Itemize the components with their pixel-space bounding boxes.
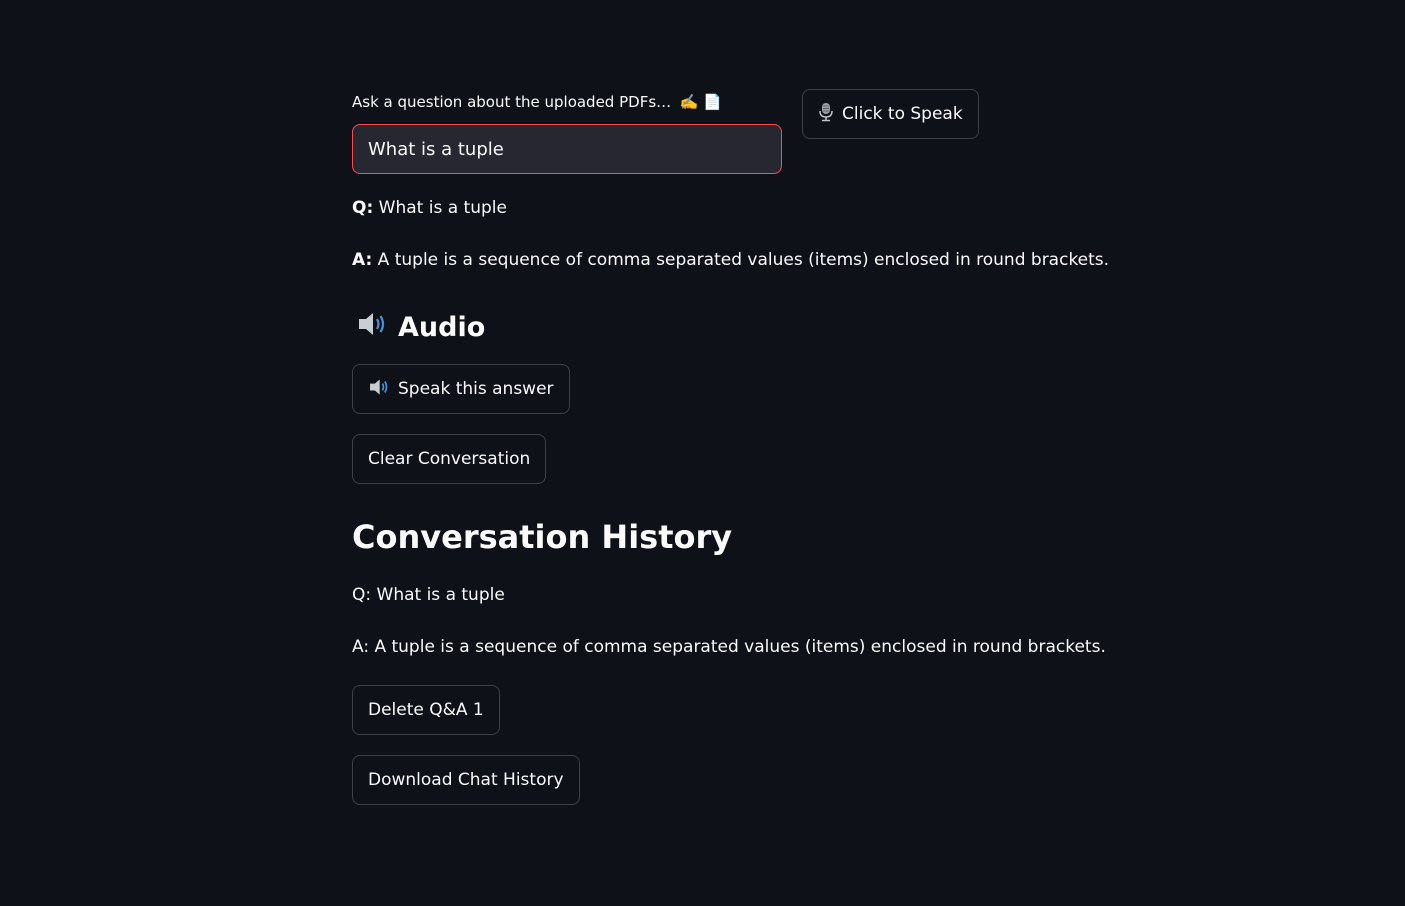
speaker-icon — [368, 376, 390, 403]
clear-conversation-button[interactable]: Clear Conversation — [352, 434, 547, 484]
audio-heading: Audio — [356, 308, 485, 347]
speak-answer-label: Speak this answer — [398, 379, 554, 399]
download-chat-history-button[interactable]: Download Chat History — [352, 755, 580, 805]
click-to-speak-button[interactable]: Click to Speak — [802, 89, 979, 139]
delete-qa-button[interactable]: Delete Q&A 1 — [352, 685, 500, 735]
click-to-speak-label: Click to Speak — [842, 104, 963, 124]
question-input[interactable] — [352, 124, 782, 174]
speaker-icon — [356, 308, 388, 347]
microphone-icon — [818, 102, 834, 127]
writing-hand-and-document-icon: ✍️ 📄 — [679, 93, 723, 111]
question-prefix: Q: — [352, 198, 374, 218]
question-text: What is a tuple — [373, 198, 507, 218]
conversation-history-heading: Conversation History — [352, 518, 733, 556]
answer-text: A tuple is a sequence of comma separated… — [372, 250, 1110, 270]
audio-heading-text: Audio — [398, 312, 486, 343]
current-question: Q: What is a tuple — [352, 198, 507, 218]
speak-answer-button[interactable]: Speak this answer — [352, 364, 570, 414]
history-question: Q: What is a tuple — [352, 585, 505, 605]
current-answer: A: A tuple is a sequence of comma separa… — [352, 250, 1109, 270]
question-input-label-text: Ask a question about the uploaded PDFs… — [352, 93, 672, 111]
question-input-label: Ask a question about the uploaded PDFs… … — [352, 93, 722, 111]
history-answer: A: A tuple is a sequence of comma separa… — [352, 637, 1106, 657]
answer-prefix: A: — [352, 250, 373, 270]
